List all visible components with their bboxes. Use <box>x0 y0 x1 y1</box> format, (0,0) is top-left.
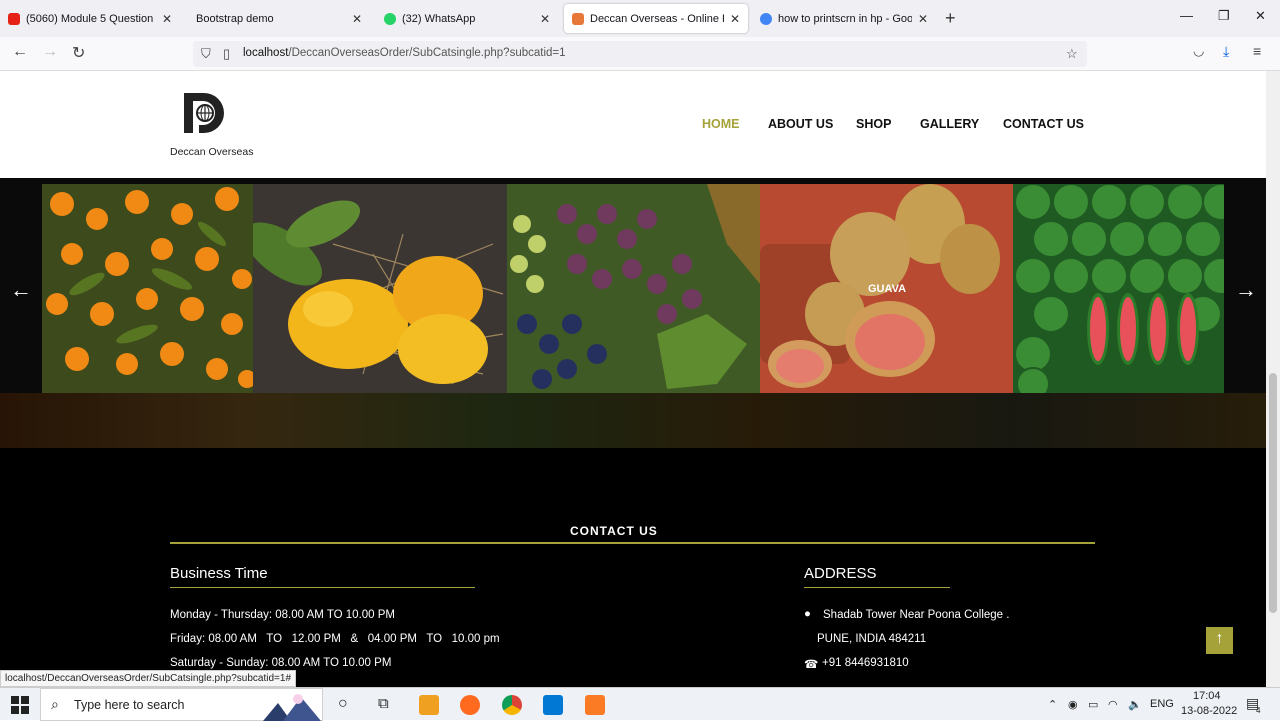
restore-icon[interactable]: ❐ <box>1218 8 1230 24</box>
page-icon: ▯ <box>223 46 231 61</box>
search-placeholder: Type here to search <box>74 698 185 712</box>
slide-mangoes-image[interactable] <box>253 184 507 393</box>
clock-time[interactable]: 17:04 <box>1193 690 1221 702</box>
clock-date[interactable]: 13-08-2022 <box>1181 705 1237 717</box>
fruit-carousel: GUAVA ← → <box>0 178 1266 448</box>
carousel-prev-icon[interactable]: ← <box>10 277 32 303</box>
youtube-icon <box>8 12 20 25</box>
address-line-1: Shadab Tower Near Poona College . <box>823 609 1010 621</box>
google-icon <box>760 12 772 25</box>
slide-grapes-image[interactable] <box>507 184 760 393</box>
tab-title: Bootstrap demo <box>196 12 274 25</box>
browser-tab-bar: (5060) Module 5 Question - Pal ✕ Bootstr… <box>0 0 1280 37</box>
phone-number[interactable]: +91 8446931810 <box>822 657 909 669</box>
nav-gallery[interactable]: GALLERY <box>920 117 979 131</box>
tray-chevron-icon[interactable]: ⌃ <box>1048 698 1057 711</box>
slide-oranges-image[interactable] <box>42 184 253 393</box>
tab-title: (5060) Module 5 Question - Pal <box>26 12 156 25</box>
tab-google[interactable]: how to printscrn in hp - Google ✕ <box>752 4 936 33</box>
location-pin-icon: ● <box>804 608 811 620</box>
brand-name[interactable]: Deccan Overseas <box>170 146 253 158</box>
browser-navigation-bar: ← → ↻ ⛉ ▯ localhost/DeccanOverseasOrder/… <box>0 37 1280 71</box>
arrow-up-icon: ↑ <box>1215 630 1224 647</box>
address-title: ADDRESS <box>804 565 877 582</box>
deccan-logo-icon[interactable] <box>181 89 227 137</box>
reload-icon[interactable]: ↻ <box>72 43 85 63</box>
whatsapp-icon <box>384 12 396 25</box>
sublime-text-icon[interactable] <box>419 695 439 715</box>
business-time-underline <box>170 587 475 588</box>
footer-divider <box>170 542 1095 544</box>
close-icon[interactable]: ✕ <box>918 12 928 26</box>
taskbar-search-box[interactable]: ⌕ Type here to search <box>40 688 323 721</box>
address-underline <box>804 587 950 588</box>
carousel-background-strip <box>0 393 1266 448</box>
address-bar[interactable]: ⛉ ▯ localhost/DeccanOverseasOrder/SubCat… <box>193 41 1087 67</box>
slide-caption: GUAVA <box>868 283 907 295</box>
tab-title: (32) WhatsApp <box>402 12 476 25</box>
xampp-icon[interactable] <box>585 695 605 715</box>
scrollbar-thumb[interactable] <box>1269 373 1277 613</box>
site-footer: CONTACT US Business Time Monday - Thursd… <box>0 448 1266 687</box>
download-icon[interactable]: ⤓ <box>1223 43 1229 60</box>
phone-icon: ☎ <box>804 659 819 671</box>
vscode-icon[interactable] <box>543 695 563 715</box>
site-header: Deccan Overseas HOME ABOUT US SHOP GALLE… <box>0 71 1266 178</box>
window-close-icon[interactable]: ✕ <box>1255 8 1266 24</box>
firefox-icon[interactable] <box>460 695 480 715</box>
carousel-next-icon[interactable]: → <box>1235 277 1257 303</box>
menu-icon[interactable]: ≡ <box>1253 43 1261 59</box>
scroll-to-top-button[interactable]: ↑ <box>1206 627 1233 654</box>
hours-weekday: Monday - Thursday: 08.00 AM TO 10.00 PM <box>170 609 396 621</box>
task-view-icon[interactable]: ⧉ <box>378 695 398 715</box>
forward-icon[interactable]: → <box>42 43 58 61</box>
bookmark-star-icon[interactable]: ☆ <box>1066 46 1078 62</box>
web-page: Deccan Overseas HOME ABOUT US SHOP GALLE… <box>0 71 1266 687</box>
tab-title: how to printscrn in hp - Google <box>778 12 912 25</box>
notification-count: 4 <box>1256 706 1261 715</box>
wifi-icon[interactable]: ◠ <box>1108 698 1118 711</box>
pocket-icon[interactable]: ◡ <box>1193 43 1204 59</box>
search-icon: ⌕ <box>51 696 59 712</box>
new-tab-icon[interactable]: + <box>945 8 956 29</box>
tab-bootstrap[interactable]: Bootstrap demo ✕ <box>188 4 370 33</box>
close-icon[interactable]: ✕ <box>162 12 172 26</box>
tray-battery-icon[interactable]: ▭ <box>1088 698 1098 711</box>
windows-start-icon[interactable] <box>10 695 30 715</box>
back-icon[interactable]: ← <box>12 43 28 61</box>
nav-shop[interactable]: SHOP <box>856 117 891 131</box>
cortana-icon[interactable]: ○ <box>338 695 358 715</box>
chrome-icon[interactable] <box>502 695 522 715</box>
hours-friday: Friday: 08.00 AM TO 12.00 PM & 04.00 PM … <box>170 633 500 645</box>
page-scrollbar[interactable] <box>1266 71 1280 687</box>
tray-app-icon[interactable]: ◉ <box>1068 698 1078 711</box>
nav-contact-us[interactable]: CONTACT US <box>1003 117 1084 131</box>
business-time-title: Business Time <box>170 565 268 582</box>
minimize-icon[interactable]: — <box>1180 8 1193 23</box>
tab-youtube[interactable]: (5060) Module 5 Question - Pal ✕ <box>0 4 180 33</box>
xampp-icon <box>572 12 584 25</box>
address-line-2: PUNE, INDIA 484211 <box>817 633 927 645</box>
url-text: localhost/DeccanOverseasOrder/SubCatsing… <box>243 47 566 59</box>
slide-watermelon-image[interactable] <box>1013 184 1224 393</box>
volume-icon[interactable]: 🔈 <box>1128 698 1142 711</box>
search-highlight-icon <box>263 694 321 721</box>
hours-weekend: Saturday - Sunday: 08.00 AM TO 10.00 PM <box>170 657 392 669</box>
tab-deccan-overseas[interactable]: Deccan Overseas - Online Fruits ✕ <box>564 4 748 33</box>
close-icon[interactable]: ✕ <box>352 12 362 26</box>
tab-whatsapp[interactable]: (32) WhatsApp ✕ <box>376 4 558 33</box>
shield-icon[interactable]: ⛉ <box>201 46 211 62</box>
close-icon[interactable]: ✕ <box>730 12 740 26</box>
windows-taskbar: ⌕ Type here to search ○ ⧉ ⌃ ◉ ▭ ◠ 🔈 ENG … <box>0 687 1280 721</box>
tab-title: Deccan Overseas - Online Fruits <box>590 12 724 25</box>
footer-contact-title: CONTACT US <box>570 524 658 538</box>
nav-about-us[interactable]: ABOUT US <box>768 117 833 131</box>
language-indicator[interactable]: ENG <box>1150 698 1174 710</box>
close-icon[interactable]: ✕ <box>540 12 550 26</box>
status-bar-url: localhost/DeccanOverseasOrder/SubCatsing… <box>0 670 297 687</box>
nav-home[interactable]: HOME <box>702 117 740 131</box>
